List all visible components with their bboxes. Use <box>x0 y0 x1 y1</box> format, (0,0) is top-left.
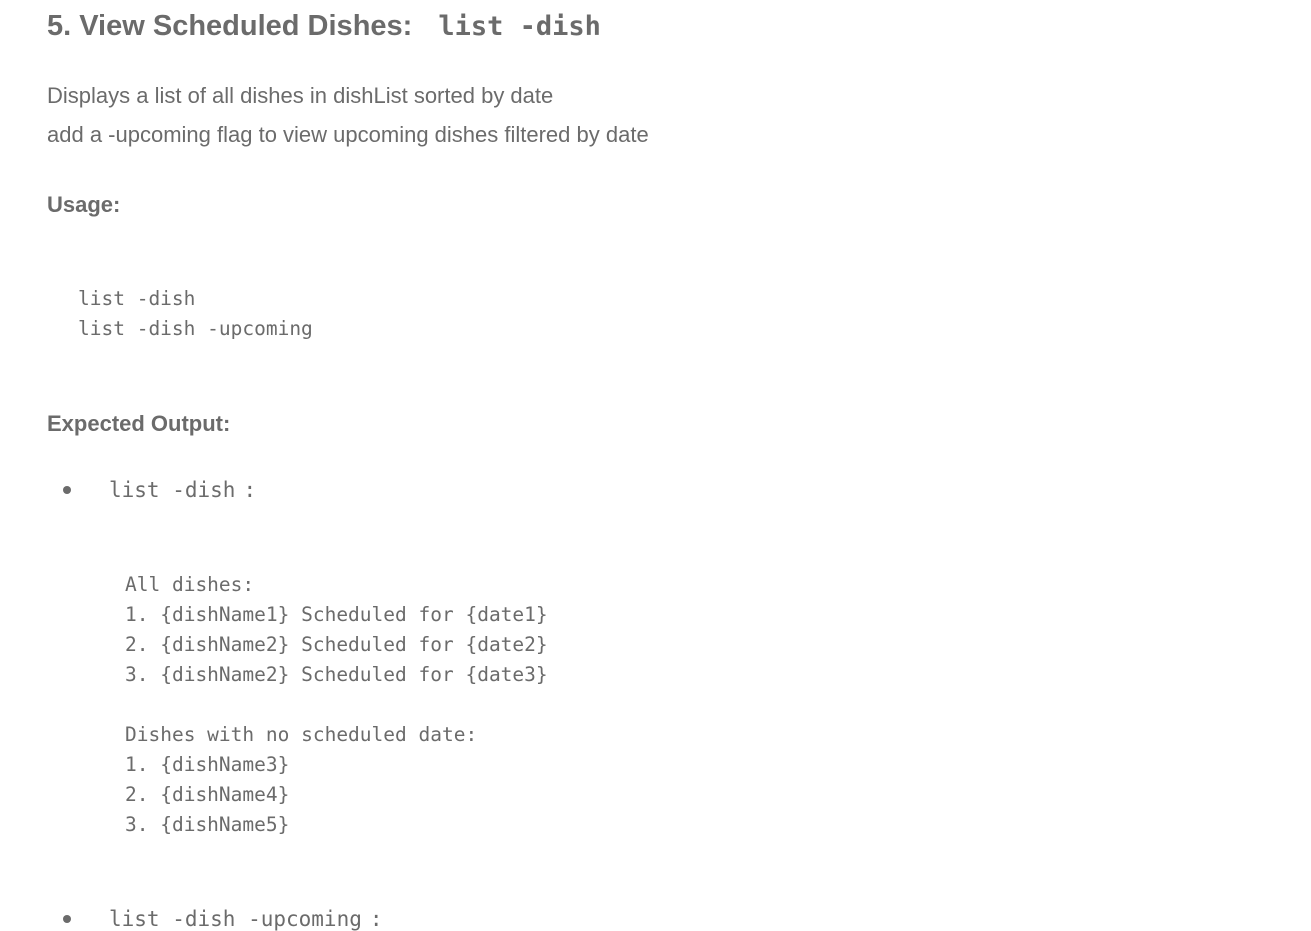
usage-code-block: list -dish list -dish -upcoming <box>78 284 313 344</box>
description-line-2: add a -upcoming flag to view upcoming di… <box>47 122 649 147</box>
output-line: 3. {dishName5} <box>125 813 290 836</box>
usage-line: list -dish <box>78 287 196 310</box>
output-line: 3. {dishName2} Scheduled for {date3} <box>125 663 548 686</box>
usage-label: Usage: <box>47 192 121 217</box>
section-heading: 5. View Scheduled Dishes: list -dish <box>47 10 601 43</box>
section-command: list -dish <box>438 11 601 42</box>
output-bullet-list-dish-upcoming: list -dish -upcoming : <box>63 907 383 931</box>
bullet-colon: : <box>369 907 383 931</box>
bullet-dot <box>63 486 71 494</box>
output-code-block: All dishes: 1. {dishName1} Scheduled for… <box>125 570 548 840</box>
expected-output-label: Expected Output: <box>47 411 231 436</box>
section-title: 5. View Scheduled Dishes: <box>47 10 413 42</box>
output-line: All dishes: <box>125 573 255 596</box>
bullet-command: list -dish <box>109 478 236 502</box>
output-line: 1. {dishName1} Scheduled for {date1} <box>125 603 548 626</box>
output-line: Dishes with no scheduled date: <box>125 723 478 746</box>
bullet-dot <box>63 915 71 923</box>
output-bullet-list-dish: list -dish : <box>63 478 256 502</box>
description-line-1: Displays a list of all dishes in dishLis… <box>47 83 554 108</box>
bullet-command: list -dish -upcoming <box>109 907 362 931</box>
output-line: 2. {dishName4} <box>125 783 290 806</box>
usage-line: list -dish -upcoming <box>78 317 313 340</box>
output-line: 1. {dishName3} <box>125 753 290 776</box>
bullet-colon: : <box>243 478 257 502</box>
output-line: 2. {dishName2} Scheduled for {date2} <box>125 633 548 656</box>
